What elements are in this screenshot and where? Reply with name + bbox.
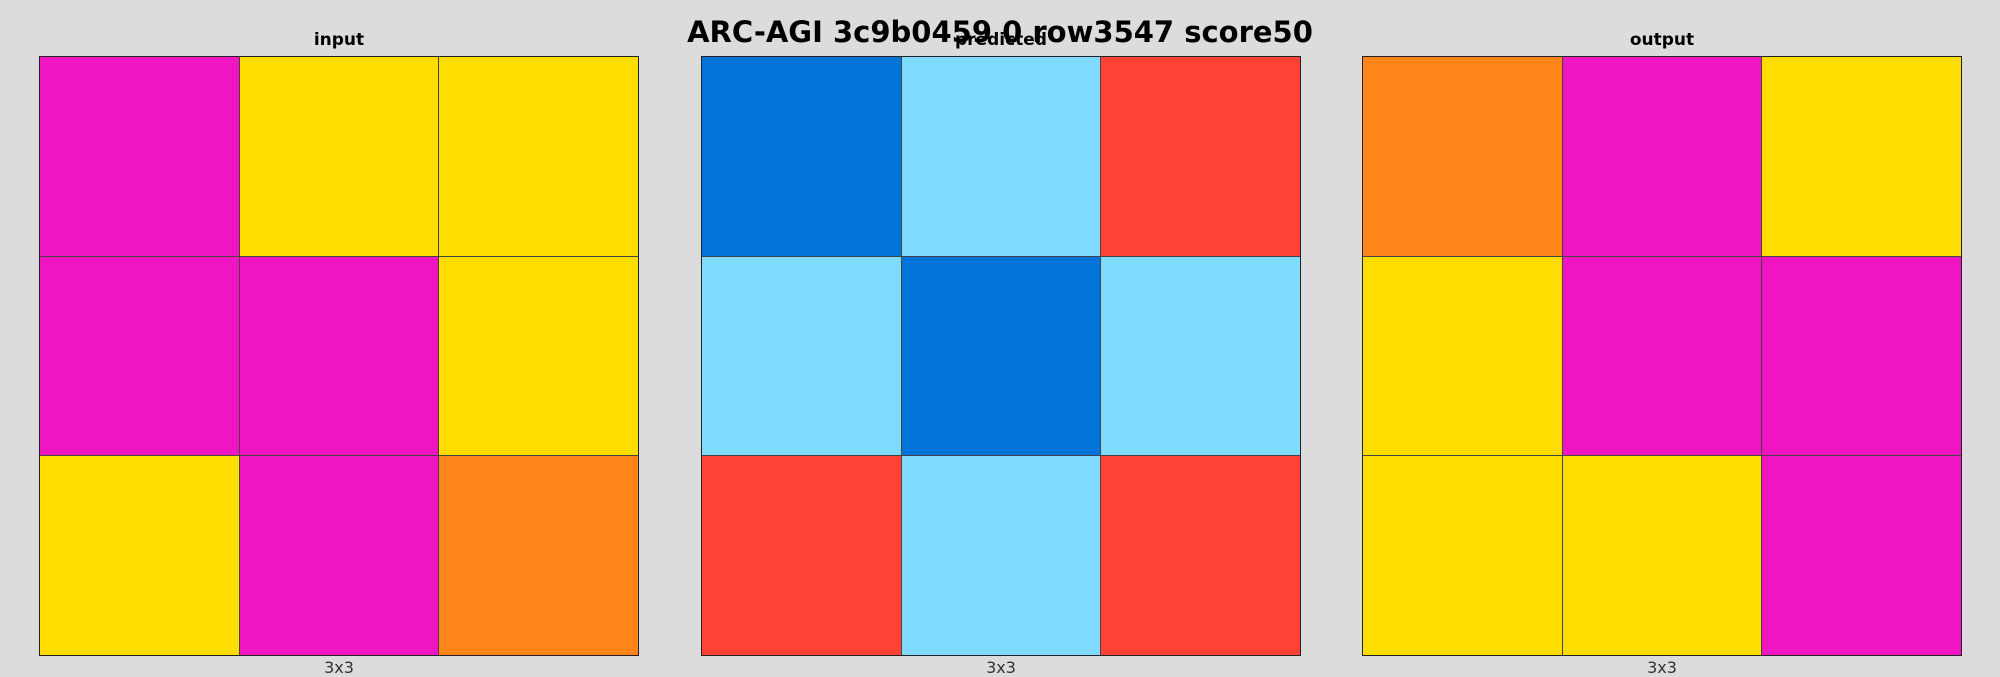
grid-cell-lightblue xyxy=(901,456,1101,655)
grid-size-caption: 3x3 xyxy=(986,658,1016,677)
grid-cell-yellow xyxy=(1562,456,1762,655)
grid-cell-yellow xyxy=(1762,57,1961,256)
grid-cell-magenta xyxy=(40,57,239,256)
grid-cell-yellow xyxy=(1363,256,1562,456)
input-grid xyxy=(39,56,639,656)
grid-cell-orange xyxy=(439,456,638,655)
grid-cell-magenta xyxy=(1762,456,1961,655)
grid-cell-yellow xyxy=(239,57,439,256)
grid-cell-red xyxy=(702,456,901,655)
grid-cell-lightblue xyxy=(901,57,1101,256)
grid-cell-yellow xyxy=(439,57,638,256)
grid-cell-blue xyxy=(901,256,1101,456)
grid-cell-lightblue xyxy=(1101,256,1300,456)
output-grid xyxy=(1362,56,1962,656)
grid-cell-blue xyxy=(702,57,901,256)
grid-cell-magenta xyxy=(1562,256,1762,456)
grid-cell-lightblue xyxy=(702,256,901,456)
figure-title: ARC-AGI 3c9b0459 0 row3547 score50 xyxy=(687,15,1313,49)
grid-cell-magenta xyxy=(239,256,439,456)
grid-cell-magenta xyxy=(40,256,239,456)
grid-size-caption: 3x3 xyxy=(324,658,354,677)
grid-size-caption: 3x3 xyxy=(1647,658,1677,677)
grid-cell-red xyxy=(1101,57,1300,256)
grid-cell-yellow xyxy=(1363,456,1562,655)
grid-cell-red xyxy=(1101,456,1300,655)
grid-cell-yellow xyxy=(40,456,239,655)
grid-cell-magenta xyxy=(239,456,439,655)
predicted-grid xyxy=(701,56,1301,656)
grid-cell-yellow xyxy=(439,256,638,456)
grid-cell-magenta xyxy=(1762,256,1961,456)
grid-cell-magenta xyxy=(1562,57,1762,256)
grid-cell-orange xyxy=(1363,57,1562,256)
